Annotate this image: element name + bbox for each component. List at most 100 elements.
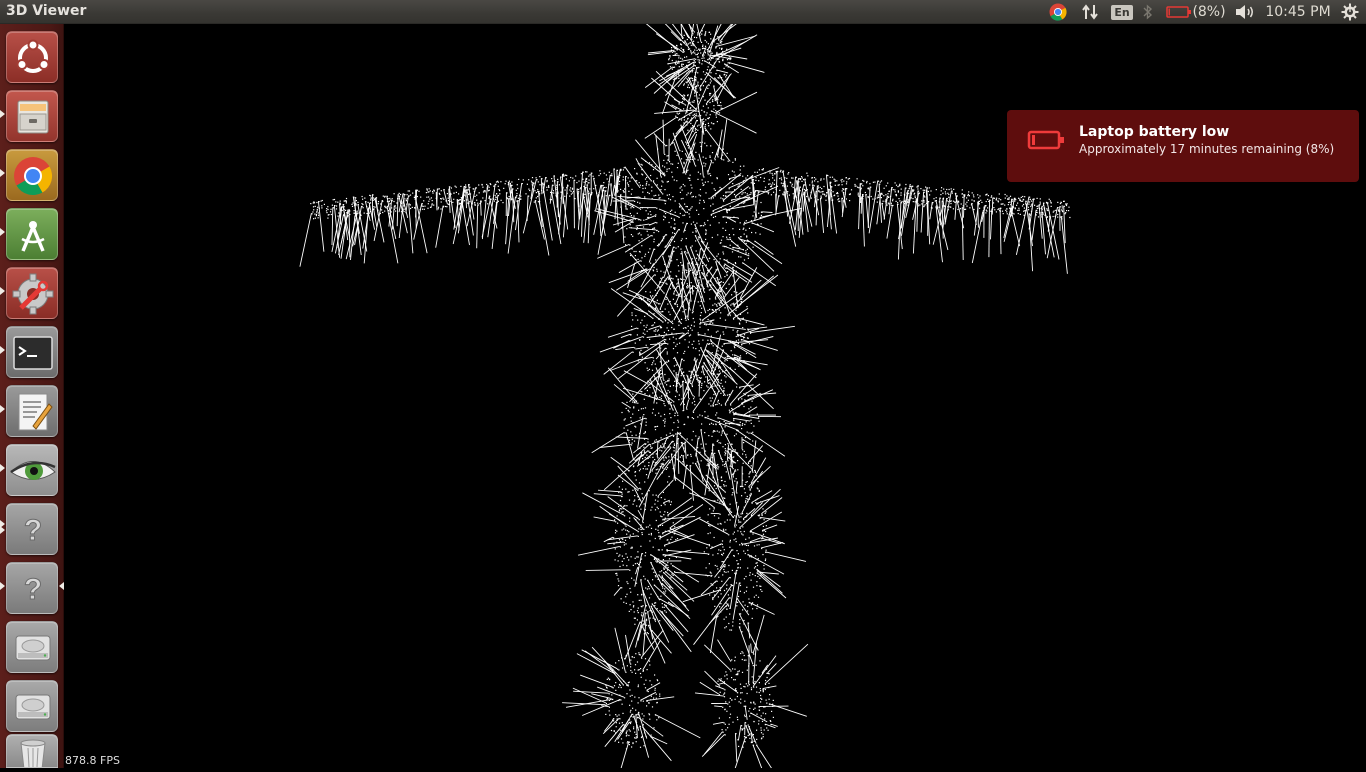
point [695, 165, 696, 166]
launcher-unknown-app-1[interactable]: ? [6, 503, 58, 555]
point [673, 422, 674, 423]
point [668, 198, 669, 199]
point [726, 288, 727, 289]
point [734, 435, 735, 436]
point [994, 209, 995, 210]
point [654, 690, 655, 691]
point [749, 575, 750, 576]
point [623, 565, 624, 566]
point [669, 194, 670, 195]
launcher-chrome[interactable] [6, 149, 58, 201]
clock[interactable]: 10:45 PM [1265, 0, 1331, 24]
point [978, 197, 979, 198]
point [678, 421, 679, 422]
point [754, 545, 755, 546]
point [523, 179, 524, 180]
point [576, 182, 577, 183]
point [762, 508, 763, 509]
launcher-drive-2[interactable] [6, 680, 58, 732]
battery-percent[interactable]: (8%) [1193, 0, 1225, 24]
point [728, 239, 729, 240]
point [748, 258, 749, 259]
point [898, 198, 899, 199]
point [643, 724, 644, 725]
point [731, 444, 732, 445]
point [685, 212, 686, 213]
point [760, 701, 761, 702]
point [762, 169, 763, 170]
launcher-drive-1[interactable] [6, 621, 58, 673]
network-updown-icon[interactable] [1080, 0, 1100, 24]
point [725, 230, 726, 231]
point [744, 655, 745, 656]
point [647, 588, 648, 589]
point [652, 392, 653, 393]
launcher-system-settings[interactable] [6, 267, 58, 319]
point [732, 722, 733, 723]
point [753, 702, 754, 703]
launcher-files[interactable] [6, 90, 58, 142]
point [345, 200, 346, 201]
volume-icon[interactable] [1233, 0, 1257, 24]
launcher-text-editor[interactable] [6, 385, 58, 437]
launcher-dash-home[interactable] [6, 31, 58, 83]
point [539, 184, 540, 185]
point [662, 311, 663, 312]
point [717, 331, 718, 332]
point [646, 625, 647, 626]
point [745, 544, 746, 545]
point [638, 259, 639, 260]
point [727, 153, 728, 154]
gear-power-icon[interactable] [1338, 0, 1362, 24]
point [643, 333, 644, 334]
point [655, 602, 656, 603]
point [665, 200, 666, 201]
keyboard-layout-indicator[interactable]: En [1110, 0, 1134, 24]
point [404, 198, 405, 199]
point [722, 465, 723, 466]
chrome-tray-icon[interactable] [1046, 0, 1070, 24]
point [941, 187, 942, 188]
point [739, 323, 740, 324]
point [740, 522, 741, 523]
point [656, 302, 657, 303]
point [633, 501, 634, 502]
point [628, 685, 629, 686]
point [496, 193, 497, 194]
point [736, 525, 737, 526]
point [740, 531, 741, 532]
point [814, 185, 815, 186]
launcher-unknown-app-2[interactable]: ? [6, 562, 58, 614]
point [765, 713, 766, 714]
point [729, 717, 730, 718]
point [665, 203, 666, 204]
battery-low-icon[interactable] [1164, 0, 1194, 24]
point [628, 735, 629, 736]
point [766, 700, 767, 701]
point [693, 222, 694, 223]
point [633, 465, 634, 466]
launcher-terminal[interactable] [6, 326, 58, 378]
point [675, 54, 676, 55]
point [748, 711, 749, 712]
point [744, 334, 745, 335]
point [772, 173, 773, 174]
point [1020, 214, 1021, 215]
launcher-android-studio[interactable] [6, 208, 58, 260]
point [957, 209, 958, 210]
point [946, 189, 947, 190]
point [677, 412, 678, 413]
point [744, 259, 745, 260]
point [723, 484, 724, 485]
point [629, 611, 630, 612]
launcher-image-viewer[interactable] [6, 444, 58, 496]
launcher-trash[interactable] [6, 734, 58, 768]
point [441, 198, 442, 199]
point [695, 435, 696, 436]
point [663, 457, 664, 458]
point [652, 447, 653, 448]
bluetooth-icon[interactable] [1140, 0, 1156, 24]
point [664, 447, 665, 448]
point [708, 554, 709, 555]
point [719, 187, 720, 188]
